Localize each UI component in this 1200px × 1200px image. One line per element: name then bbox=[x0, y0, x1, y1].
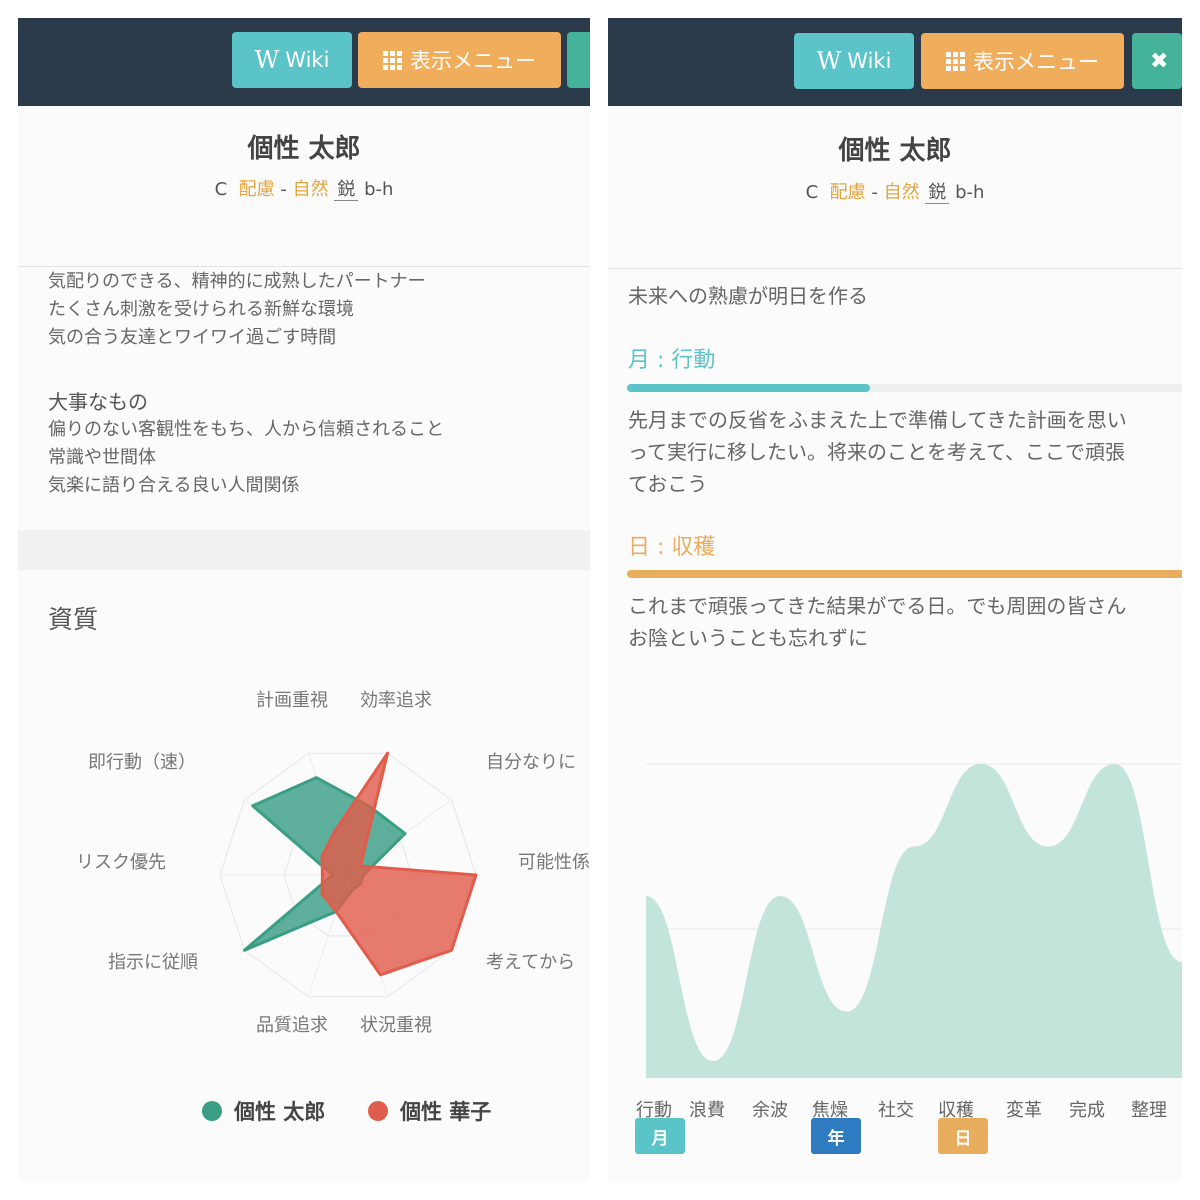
month-badge: 月 bbox=[635, 1118, 685, 1154]
radar-label: リスク優先 bbox=[76, 852, 166, 873]
top-bar: W Wiki 表示メニュー ✖ bbox=[608, 18, 1182, 106]
radar-label: 計画重視 bbox=[256, 690, 328, 711]
left-screen: W Wiki 表示メニュー 個性 太郎 C 配慮 - 自然 鋭 b-h 気配りの… bbox=[18, 18, 590, 1182]
list-item: 気楽に語り合える良い人間関係 bbox=[48, 475, 300, 496]
month-text: 先月までの反省をふまえた上で準備してきた計画を思い って実行に移したい。将来のこ… bbox=[628, 408, 1127, 496]
x-axis-label: 余波 bbox=[752, 1100, 788, 1121]
year-badge: 年 bbox=[811, 1118, 861, 1154]
profile-name: 個性 太郎 bbox=[838, 136, 952, 166]
radar-label: 可能性係 bbox=[518, 852, 590, 873]
display-menu-button[interactable]: 表示メニュー bbox=[358, 32, 561, 88]
list-item: 気の合う友達とワイワイ過ごす時間 bbox=[48, 327, 337, 348]
important-things: 大事なもの 偏りのない客観性をもち、人から信頼されること 常識や世間体 気楽に語… bbox=[48, 388, 444, 500]
important-heading: 大事なもの bbox=[48, 390, 148, 414]
wikipedia-icon: W bbox=[816, 47, 842, 75]
right-screen: W Wiki 表示メニュー ✖ 個性 太郎 C 配慮 - 自然 鋭 b-h 未来… bbox=[608, 18, 1182, 1182]
section-separator bbox=[18, 530, 590, 570]
fortune-area-chart bbox=[646, 763, 1182, 1078]
x-axis-label: 変革 bbox=[1006, 1100, 1042, 1121]
legend-dot bbox=[368, 1101, 388, 1121]
profile-type: C 配慮 - 自然 鋭 b-h bbox=[214, 179, 394, 201]
area-series bbox=[646, 764, 1182, 1078]
radar-label: 効率追求 bbox=[360, 690, 432, 711]
grid-icon bbox=[946, 51, 965, 71]
day-badge: 日 bbox=[938, 1118, 988, 1154]
month-progress bbox=[627, 384, 1182, 392]
profile-name: 個性 太郎 bbox=[247, 134, 361, 164]
top-bar: W Wiki 表示メニュー bbox=[18, 18, 590, 106]
list-item: たくさん刺激を受けられる新鮮な環境 bbox=[48, 299, 354, 320]
x-axis-label: 浪費 bbox=[689, 1100, 725, 1121]
legend-dot bbox=[202, 1101, 222, 1121]
day-progress-fill bbox=[627, 570, 1182, 578]
close-icon: ✖ bbox=[1150, 48, 1169, 74]
day-text: これまで頑張ってきた結果がでる日。でも周囲の皆さん お陰ということも忘れずに bbox=[628, 594, 1127, 650]
display-menu-button[interactable]: 表示メニュー bbox=[921, 33, 1124, 89]
legend-item[interactable]: 個性 華子 bbox=[368, 1096, 491, 1126]
radar-label: 指示に従順 bbox=[108, 952, 198, 973]
wiki-button[interactable]: W Wiki bbox=[232, 32, 352, 88]
wikipedia-icon: W bbox=[254, 46, 280, 74]
radar-series-2 bbox=[320, 751, 478, 977]
day-heading: 日 : 収穫 bbox=[628, 535, 716, 560]
month-heading: 月 : 行動 bbox=[628, 348, 716, 373]
month-progress-fill bbox=[627, 384, 870, 392]
divider bbox=[18, 266, 590, 267]
grid-icon bbox=[383, 50, 402, 70]
radar-label: 考えてから bbox=[486, 952, 576, 973]
list-item: 気配りのできる、精神的に成熟したパートナー bbox=[48, 271, 426, 292]
radar-label: 状況重視 bbox=[360, 1015, 432, 1036]
needs-list: 気配りのできる、精神的に成熟したパートナー たくさん刺激を受けられる新鮮な環境 … bbox=[48, 268, 426, 352]
wiki-button[interactable]: W Wiki bbox=[794, 33, 914, 89]
legend-item[interactable]: 個性 太郎 bbox=[202, 1096, 325, 1126]
list-item: 常識や世間体 bbox=[48, 447, 156, 468]
profile-type: C 配慮 - 自然 鋭 b-h bbox=[805, 182, 985, 204]
x-axis-label: 社交 bbox=[878, 1100, 914, 1121]
divider bbox=[608, 268, 1182, 269]
day-progress bbox=[627, 570, 1182, 578]
radar-label: 即行動（速） bbox=[88, 752, 196, 773]
close-button[interactable] bbox=[567, 32, 590, 88]
close-button[interactable]: ✖ bbox=[1132, 33, 1182, 89]
radar-label: 自分なりに bbox=[486, 752, 576, 773]
list-item: 偏りのない客観性をもち、人から信頼されること bbox=[48, 419, 444, 440]
x-axis-label: 整理 bbox=[1131, 1100, 1167, 1121]
fortune-line: 未来への熟慮が明日を作る bbox=[628, 284, 868, 308]
radar-label: 品質追求 bbox=[256, 1015, 328, 1036]
x-axis-label: 完成 bbox=[1069, 1100, 1105, 1121]
section-title: 資質 bbox=[48, 605, 99, 634]
